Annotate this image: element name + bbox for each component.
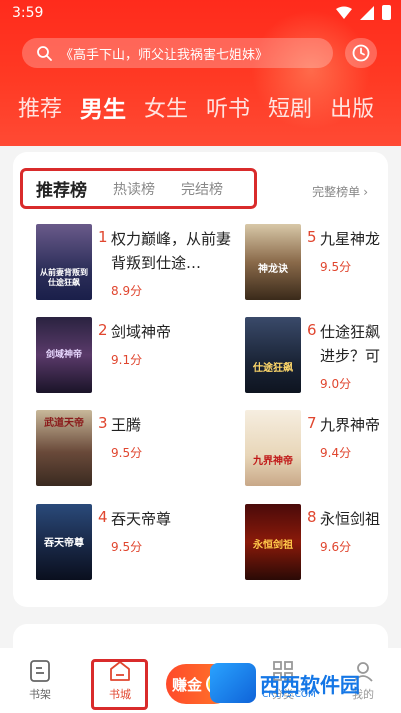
- book-cover: 剑域神帝: [36, 317, 92, 393]
- book-item[interactable]: 武道天帝 3 王腾 9.5分: [36, 410, 226, 490]
- book-title: 仕途狂飙进步？可: [320, 323, 381, 365]
- full-list-label: 完整榜单: [312, 185, 361, 199]
- ranking-card: 推荐榜 热读榜 完结榜 完整榜单 › 从前妻背叛到仕途狂飙 1 权力巅峰，从前妻背…: [13, 152, 388, 607]
- tab-female[interactable]: 女生: [144, 88, 188, 132]
- cover-text: 仕途狂飙: [253, 363, 293, 374]
- cover-text: 从前妻背叛到仕途狂飙: [40, 268, 88, 287]
- search-bar[interactable]: 《高手下山，师父让我祸害七姐妹》: [22, 38, 333, 68]
- book-item[interactable]: 九界神帝 7 九界神帝 9.4分: [245, 410, 388, 490]
- signal-icon: [360, 5, 374, 20]
- book-cover: 从前妻背叛到仕途狂飙: [36, 224, 92, 300]
- book-score: 8.9分: [111, 284, 143, 298]
- tab-hot-ranking[interactable]: 热读榜: [113, 179, 155, 199]
- history-button[interactable]: [345, 38, 377, 68]
- book-score: 9.0分: [320, 377, 352, 391]
- watermark: 西西软件园 CR173.COM: [210, 660, 390, 706]
- rank-number: 7: [307, 414, 317, 432]
- tab-audiobook[interactable]: 听书: [206, 88, 250, 132]
- book-item[interactable]: 永恒剑祖 8 永恒剑祖 9.6分: [245, 504, 388, 584]
- rank-number: 1: [98, 228, 108, 246]
- full-list-link[interactable]: 完整榜单 ›: [312, 183, 368, 200]
- book-title: 吞天帝尊: [111, 510, 172, 528]
- book-title: 九界神帝: [320, 416, 381, 434]
- bookstore-highlight: [91, 659, 148, 710]
- cover-text: 武道天帝: [44, 418, 84, 429]
- book-title: 剑域神帝: [111, 323, 172, 341]
- book-title: 权力巅峰，从前妻背叛到仕途…: [111, 230, 232, 272]
- category-tabs: 推荐 男生 女生 听书 短剧 出版: [0, 88, 374, 132]
- book-cover: 九界神帝: [245, 410, 301, 486]
- tab-recommend[interactable]: 推荐: [18, 88, 62, 132]
- wifi-icon: [336, 6, 352, 19]
- rank-number: 3: [98, 414, 108, 432]
- rank-number: 5: [307, 228, 317, 246]
- book-item[interactable]: 仕途狂飙 6 仕途狂飙进步？可 9.0分: [245, 317, 388, 397]
- tab-publish[interactable]: 出版: [330, 88, 374, 132]
- rank-number: 4: [98, 508, 108, 526]
- book-cover: 仕途狂飙: [245, 317, 301, 393]
- nav-bookshelf-label: 书架: [29, 688, 51, 701]
- book-cover: 武道天帝: [36, 410, 92, 486]
- book-cover: 神龙诀: [245, 224, 301, 300]
- book-item[interactable]: 剑域神帝 2 剑域神帝 9.1分: [36, 317, 226, 397]
- tab-male[interactable]: 男生: [80, 88, 126, 132]
- watermark-subtext: CR173.COM: [262, 690, 316, 700]
- chevron-right-icon: ›: [363, 185, 368, 199]
- book-score: 9.4分: [320, 446, 352, 460]
- bookshelf-icon: [30, 660, 50, 682]
- cover-text: 永恒剑祖: [253, 540, 293, 551]
- book-cover: 吞天帝尊: [36, 504, 92, 580]
- search-icon: [37, 46, 52, 61]
- status-time: 3:59: [12, 5, 44, 21]
- battery-icon: [382, 5, 391, 20]
- book-score: 9.1分: [111, 353, 143, 367]
- status-icons: [336, 5, 391, 20]
- header: 3:59 《高手下山，师父让我祸害七姐妹》 推荐 男生 女生 听书 短剧 出版: [0, 0, 401, 146]
- book-score: 9.5分: [111, 540, 143, 554]
- book-cover: 永恒剑祖: [245, 504, 301, 580]
- tab-short-drama[interactable]: 短剧: [268, 88, 312, 132]
- book-item[interactable]: 吞天帝尊 4 吞天帝尊 9.5分: [36, 504, 226, 584]
- status-bar: 3:59: [0, 0, 401, 28]
- book-title: 王腾: [111, 416, 142, 434]
- rank-number: 6: [307, 321, 317, 339]
- book-title: 九星神龙: [320, 230, 381, 248]
- cover-text: 剑域神帝: [45, 350, 82, 360]
- cover-text: 吞天帝尊: [44, 538, 84, 549]
- tab-recommend-ranking[interactable]: 推荐榜: [36, 176, 87, 201]
- book-score: 9.5分: [111, 446, 143, 460]
- nav-bookshelf[interactable]: 书架: [15, 660, 65, 702]
- rank-number: 8: [307, 508, 317, 526]
- ranking-tabs: 推荐榜 热读榜 完结榜: [20, 168, 257, 209]
- book-score: 9.5分: [320, 260, 352, 274]
- cover-text: 神龙诀: [258, 264, 288, 275]
- book-item[interactable]: 神龙诀 5 九星神龙 9.5分: [245, 224, 388, 304]
- earn-label: 赚金: [172, 675, 203, 694]
- clock-icon: [352, 44, 370, 62]
- watermark-logo-icon: [210, 663, 256, 703]
- book-title: 永恒剑祖: [320, 510, 381, 528]
- tab-completed-ranking[interactable]: 完结榜: [181, 179, 223, 199]
- rank-number: 2: [98, 321, 108, 339]
- search-placeholder[interactable]: 《高手下山，师父让我祸害七姐妹》: [60, 44, 268, 63]
- book-score: 9.6分: [320, 540, 352, 554]
- book-item[interactable]: 从前妻背叛到仕途狂飙 1 权力巅峰，从前妻背叛到仕途… 8.9分: [36, 224, 231, 304]
- cover-text: 九界神帝: [253, 456, 293, 467]
